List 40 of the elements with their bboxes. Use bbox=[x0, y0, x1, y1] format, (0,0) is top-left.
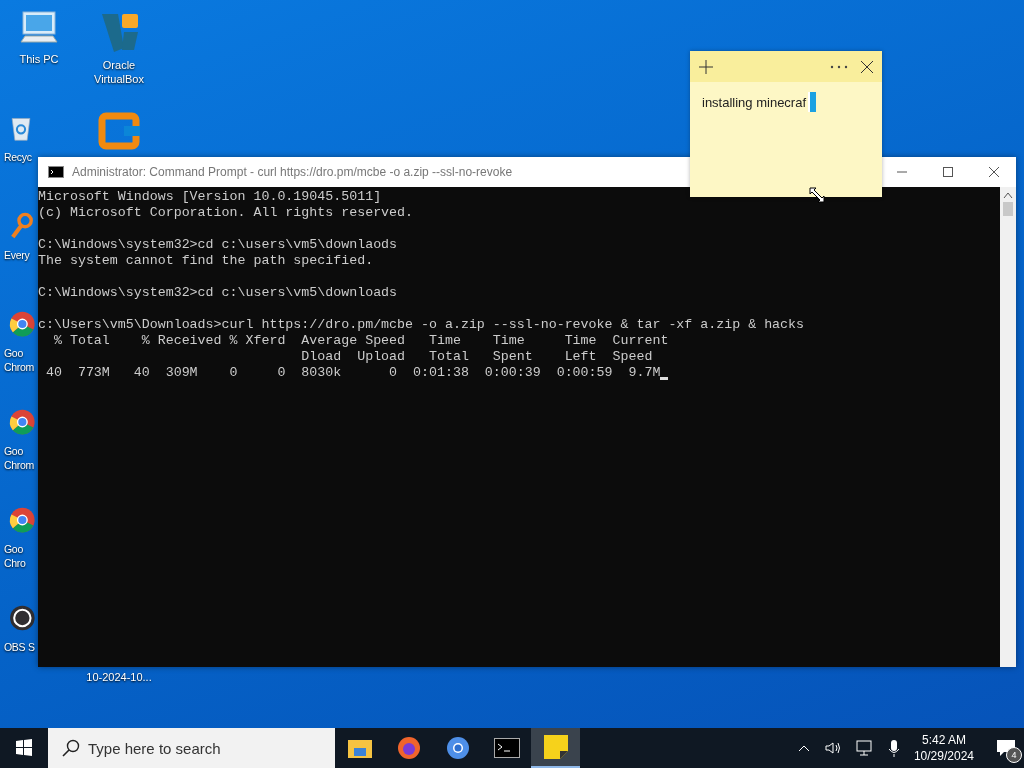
terminal-line: Dload Upload Total Spent Left Speed bbox=[300, 349, 653, 365]
search-icon bbox=[62, 739, 80, 757]
scroll-thumb[interactable] bbox=[1003, 202, 1013, 216]
terminal-line: Microsoft Windows [Version 10.0.19045.5011] bbox=[38, 189, 382, 205]
close-icon[interactable] bbox=[988, 166, 1000, 178]
icon-label: This PC bbox=[19, 52, 59, 66]
terminal-line: % Total % Received % Xferd Average Speed Time Time Time Current bbox=[52, 333, 669, 349]
window-title: Administrator: Command Prompt - curl https://dro.pm/mcbe -o a.zip --ssl-no-revoke bbox=[72, 165, 513, 179]
sticky-note-icon[interactable] bbox=[531, 728, 580, 768]
speaker-icon[interactable] bbox=[823, 740, 842, 756]
network-icon[interactable] bbox=[855, 740, 874, 756]
terminal-icon bbox=[48, 166, 64, 178]
icon-label: Goo Chrom bbox=[4, 444, 34, 472]
close-icon[interactable] bbox=[860, 59, 874, 74]
icon-label: Every bbox=[4, 248, 30, 262]
microphone-icon[interactable] bbox=[887, 739, 900, 757]
text-cursor bbox=[808, 92, 817, 112]
terminal-line: C:\Windows\system32>cd c:\users\vm5\downloads bbox=[38, 285, 398, 301]
terminal-line: c:\Users\vm5\Downloads>curl https://dro.pm/mcbe -o a.zip --ssl-no-revoke & tar -xf a.zip & hacks bbox=[38, 317, 805, 333]
maximize-icon[interactable] bbox=[942, 166, 954, 178]
scrollbar[interactable] bbox=[1000, 187, 1016, 667]
text-cursor bbox=[660, 377, 669, 380]
terminal-line: The system cannot find the path specified. bbox=[38, 253, 374, 269]
add-icon[interactable] bbox=[698, 58, 714, 75]
icon-label: Goo Chrom bbox=[4, 346, 34, 374]
terminal-line: (c) Microsoft Corporation. All rights reserved. bbox=[38, 205, 414, 221]
notification-count: 4 bbox=[1006, 747, 1022, 763]
chevron-up-icon[interactable] bbox=[797, 744, 810, 752]
clock[interactable]: 5:42 AM 10/29/2024 bbox=[913, 732, 974, 764]
icon-label: OBS S bbox=[4, 640, 35, 654]
icon-label: Oracle VirtualBox bbox=[94, 58, 144, 86]
search-field[interactable]: Type here to search bbox=[48, 728, 335, 768]
more-icon[interactable] bbox=[830, 64, 848, 69]
scroll-up-icon[interactable] bbox=[1003, 191, 1013, 199]
terminal-line: 40 773M 40 309M 0 0 8030k 0 0:01:38 0:00:39 0:00:59 9.7M bbox=[44, 365, 661, 381]
terminal-line: C:\Windows\system32>cd c:\users\vm5\downlaods bbox=[38, 237, 398, 253]
note-text[interactable]: installing minecraf bbox=[702, 94, 807, 110]
icon-label: 10-2024-10... bbox=[86, 670, 152, 684]
icon-label: Goo Chro bbox=[4, 542, 26, 570]
icon-label: Recyc bbox=[4, 150, 32, 164]
